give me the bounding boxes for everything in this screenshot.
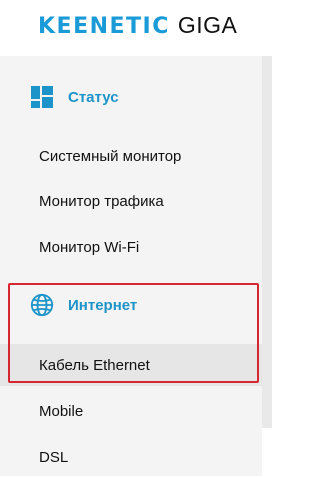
menu-item-ethernet-cable[interactable]: Кабель Ethernet <box>0 344 262 386</box>
section-internet[interactable]: Интернет <box>0 280 262 330</box>
menu-item-label: Mobile <box>39 402 84 420</box>
menu-item-label: Системный монитор <box>39 147 182 165</box>
keenetic-logo[interactable]: KEENETIC GIGA <box>38 12 237 39</box>
menu-item-traffic-monitor[interactable]: Монитор трафика <box>0 181 262 221</box>
logo-brand: KEENETIC <box>38 14 170 39</box>
sidebar-scrollbar[interactable] <box>262 56 272 428</box>
menu-item-label: Кабель Ethernet <box>39 356 150 374</box>
section-status-label: Статус <box>68 88 119 106</box>
section-internet-label: Интернет <box>68 296 138 314</box>
menu-item-dsl[interactable]: DSL <box>0 437 262 477</box>
section-status[interactable]: Статус <box>0 72 262 122</box>
menu-item-label: DSL <box>39 448 69 466</box>
menu-item-mobile[interactable]: Mobile <box>0 391 262 431</box>
header: KEENETIC GIGA <box>0 0 290 52</box>
menu-item-label: Монитор трафика <box>39 192 164 210</box>
menu-item-label: Монитор Wi-Fi <box>39 238 140 256</box>
globe-icon <box>30 293 54 317</box>
menu-item-system-monitor[interactable]: Системный монитор <box>0 136 262 176</box>
dashboard-icon <box>30 85 54 109</box>
menu-item-wifi-monitor[interactable]: Монитор Wi-Fi <box>0 227 262 267</box>
logo-model: GIGA <box>177 12 238 38</box>
